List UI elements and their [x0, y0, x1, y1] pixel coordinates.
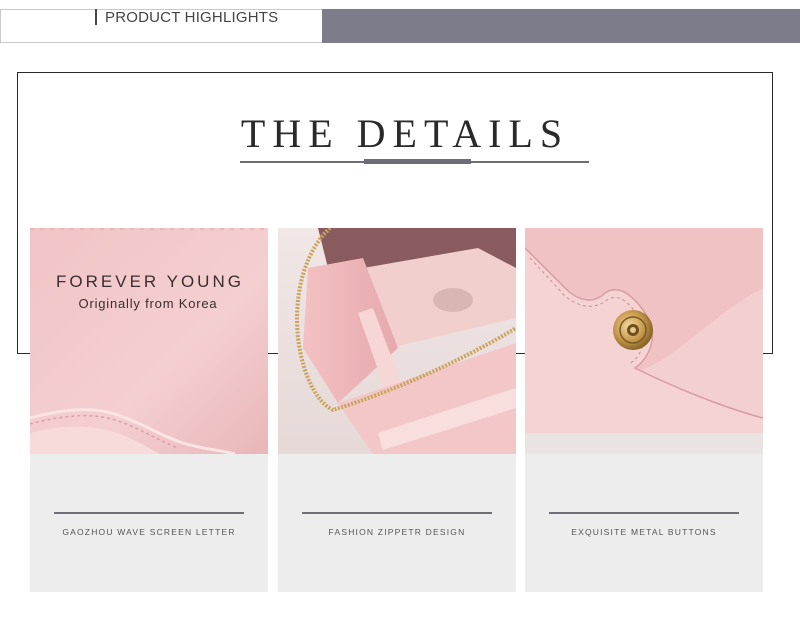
detail-card-lettering: FOREVER YOUNG Originally from Korea GAOZ… — [30, 228, 268, 592]
forever-young-text: FOREVER YOUNG — [56, 272, 244, 291]
lettering-photo: FOREVER YOUNG Originally from Korea — [30, 228, 268, 454]
detail-card-zipper: FASHION ZIPPETR DESIGN — [278, 228, 516, 592]
caption-button: EXQUISITE METAL BUTTONS — [571, 527, 717, 537]
detail-card-button: EXQUISITE METAL BUTTONS — [525, 228, 763, 592]
caption-lettering: GAOZHOU WAVE SCREEN LETTER — [62, 527, 236, 537]
header-accent-bar — [95, 9, 97, 25]
caption-zipper: FASHION ZIPPETR DESIGN — [328, 527, 466, 537]
originally-from-korea-text: Originally from Korea — [79, 296, 218, 311]
section-title: THE DETAILS — [240, 111, 570, 156]
zipper-photo — [278, 228, 516, 454]
caption-rule — [54, 512, 244, 514]
header-banner-fill — [322, 9, 800, 43]
caption-rule — [302, 512, 492, 514]
title-underline-accent — [364, 159, 471, 164]
caption-rule — [549, 512, 739, 514]
button-photo — [525, 228, 763, 454]
header-title: PRODUCT HIGHLIGHTS — [105, 9, 279, 26]
